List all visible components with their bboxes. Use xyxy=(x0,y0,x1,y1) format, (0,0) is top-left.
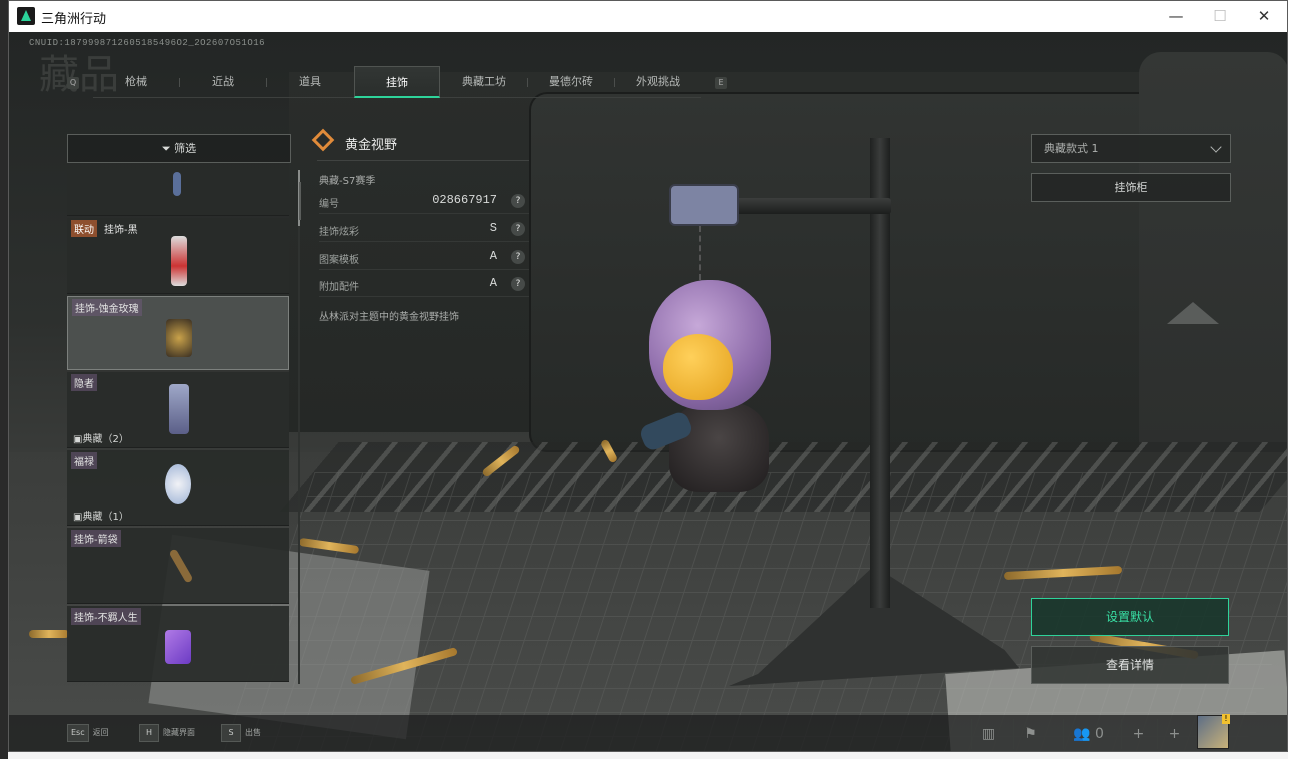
friends-button[interactable]: 👥 0 xyxy=(1063,719,1113,749)
category-tabs: 枪械 近战 道具 挂饰 典藏工坊 曼德尔砖 外观挑战 xyxy=(93,66,701,98)
hint-label: 出售 xyxy=(245,728,261,737)
list-item[interactable]: 联动 挂饰-黑 xyxy=(67,218,289,294)
item-name: 福禄 xyxy=(71,452,97,469)
stats-icon[interactable]: ▥ xyxy=(971,719,1005,749)
prev-tab-key[interactable]: Q xyxy=(67,77,79,89)
friends-count: 0 xyxy=(1094,726,1104,742)
filter-label: 筛选 xyxy=(174,142,197,155)
row-label: 编号 xyxy=(319,199,339,210)
row-label: 图案模板 xyxy=(319,255,359,266)
title-bar[interactable]: 三角洲行动 — ☐ ✕ xyxy=(9,1,1287,32)
tab-mandel-brick[interactable]: 曼德尔砖 xyxy=(528,66,614,98)
row-value: 028667917 xyxy=(432,193,497,207)
row-value: S xyxy=(489,221,497,235)
detail-row-color: 挂饰炫彩 S ? xyxy=(319,218,529,242)
list-scrollbar[interactable] xyxy=(298,170,300,684)
desktop-left-strip xyxy=(0,0,8,759)
cnuid-label: CNUID:1879998712605185496O2_2O2607O51O16 xyxy=(29,38,266,48)
filter-button[interactable]: ⏷ 筛选 xyxy=(67,134,291,163)
collection-count: ▣典藏（2） xyxy=(73,434,129,445)
friends-icon: 👥 xyxy=(1073,726,1091,742)
tab-melee[interactable]: 近战 xyxy=(180,66,266,98)
charm-thumbnail xyxy=(166,319,192,357)
charm-thumbnail xyxy=(168,548,194,584)
hint-hide-ui[interactable]: H 隐藏界面 xyxy=(139,723,195,743)
hint-back[interactable]: Esc 返回 xyxy=(67,723,109,743)
tab-appearance-challenge[interactable]: 外观挑战 xyxy=(615,66,701,98)
close-button[interactable]: ✕ xyxy=(1241,1,1287,32)
detail-accent-bar xyxy=(299,182,301,220)
tab-items[interactable]: 道具 xyxy=(267,66,353,98)
minimize-button[interactable]: — xyxy=(1153,1,1199,32)
hint-label: 返回 xyxy=(92,728,109,737)
row-value: A xyxy=(489,276,497,290)
avatar[interactable]: ! xyxy=(1197,714,1230,749)
list-item[interactable] xyxy=(67,170,289,216)
set-default-button[interactable]: 设置默认 xyxy=(1031,598,1229,636)
bullet-prop xyxy=(29,630,69,638)
charm-thumbnail xyxy=(169,384,189,434)
charm-thumbnail xyxy=(173,172,181,196)
row-label: 挂饰炫彩 xyxy=(319,227,359,238)
select-value: 典藏款式 1 xyxy=(1044,142,1099,155)
charm-description: 丛林派对主题中的黄金视野挂饰 xyxy=(319,312,459,323)
tab-collection-workshop[interactable]: 典藏工坊 xyxy=(441,66,527,98)
flag-icon[interactable]: ⚑ xyxy=(1013,719,1047,749)
item-name: 挂饰-不羁人生 xyxy=(71,608,141,625)
detail-row-pattern: 图案模板 A ? xyxy=(319,246,529,270)
item-name: 挂饰-黑 xyxy=(104,225,138,236)
charm-clip xyxy=(669,184,739,226)
detail-divider xyxy=(317,160,529,161)
notification-badge: ! xyxy=(1222,714,1230,724)
case-chevron-emblem xyxy=(1167,302,1219,324)
game-window: 三角洲行动 — ☐ ✕ 藏品 CNUID:1879998712605185496… xyxy=(8,0,1288,752)
list-item[interactable]: 隐者 ▣典藏（2） xyxy=(67,372,289,448)
view-details-button[interactable]: 查看详情 xyxy=(1031,646,1229,684)
detail-row-serial: 编号 028667917 ? xyxy=(319,190,529,214)
add-slot-button[interactable]: + xyxy=(1121,719,1155,749)
linked-badge: 联动 xyxy=(71,220,97,237)
list-item[interactable]: 挂饰-不羁人生 xyxy=(67,606,289,682)
game-scene: 藏品 CNUID:1879998712605185496O2_2O2607O51… xyxy=(9,32,1287,751)
charm-rack-button[interactable]: 挂饰柜 xyxy=(1031,173,1231,202)
hint-key: S xyxy=(221,724,241,742)
charm-chain xyxy=(699,226,705,280)
season-label: 典藏-S7赛季 xyxy=(319,176,376,187)
next-tab-key[interactable]: E xyxy=(715,77,727,89)
collection-count: ▣典藏（1） xyxy=(73,512,129,523)
detail-row-accessory: 附加配件 A ? xyxy=(319,273,529,297)
charm-thumbnail xyxy=(165,630,191,664)
chevron-down-icon xyxy=(1210,141,1222,153)
list-item[interactable]: 挂饰-箭袋 xyxy=(67,528,289,604)
app-logo-icon xyxy=(17,7,35,25)
hint-label: 隐藏界面 xyxy=(163,728,195,737)
desktop-right-strip xyxy=(1288,0,1296,759)
item-name: 挂饰-蚀金玫瑰 xyxy=(72,299,142,316)
charm-thumbnail xyxy=(165,464,191,504)
window-title: 三角洲行动 xyxy=(41,11,107,26)
charm-list[interactable]: 联动 挂饰-黑 挂饰-蚀金玫瑰 隐者 ▣典藏（2） 福禄 ▣典藏（1） 挂饰-箭… xyxy=(67,170,299,684)
tab-charms[interactable]: 挂饰 xyxy=(354,66,440,98)
item-name: 挂饰-箭袋 xyxy=(71,530,121,547)
help-icon[interactable]: ? xyxy=(511,222,525,236)
hint-key: H xyxy=(139,724,159,742)
maximize-button[interactable]: ☐ xyxy=(1197,1,1243,32)
hint-sell[interactable]: S 出售 xyxy=(221,723,261,743)
charm-title: 黄金视野 xyxy=(345,138,398,153)
list-item[interactable]: 福禄 ▣典藏（1） xyxy=(67,450,289,526)
filter-icon: ⏷ xyxy=(161,142,175,155)
row-value: A xyxy=(489,249,497,263)
collection-style-select[interactable]: 典藏款式 1 xyxy=(1031,134,1231,163)
list-item-selected[interactable]: 挂饰-蚀金玫瑰 xyxy=(67,296,289,370)
help-icon[interactable]: ? xyxy=(511,194,525,208)
add-slot-button[interactable]: + xyxy=(1157,719,1191,749)
row-label: 附加配件 xyxy=(319,282,359,293)
tab-firearms[interactable]: 枪械 xyxy=(93,66,179,98)
charm-thumbnail xyxy=(171,236,187,286)
help-icon[interactable]: ? xyxy=(511,250,525,264)
hint-key: Esc xyxy=(67,724,89,742)
charm-beak xyxy=(663,334,733,400)
help-icon[interactable]: ? xyxy=(511,277,525,291)
item-name: 隐者 xyxy=(71,374,97,391)
